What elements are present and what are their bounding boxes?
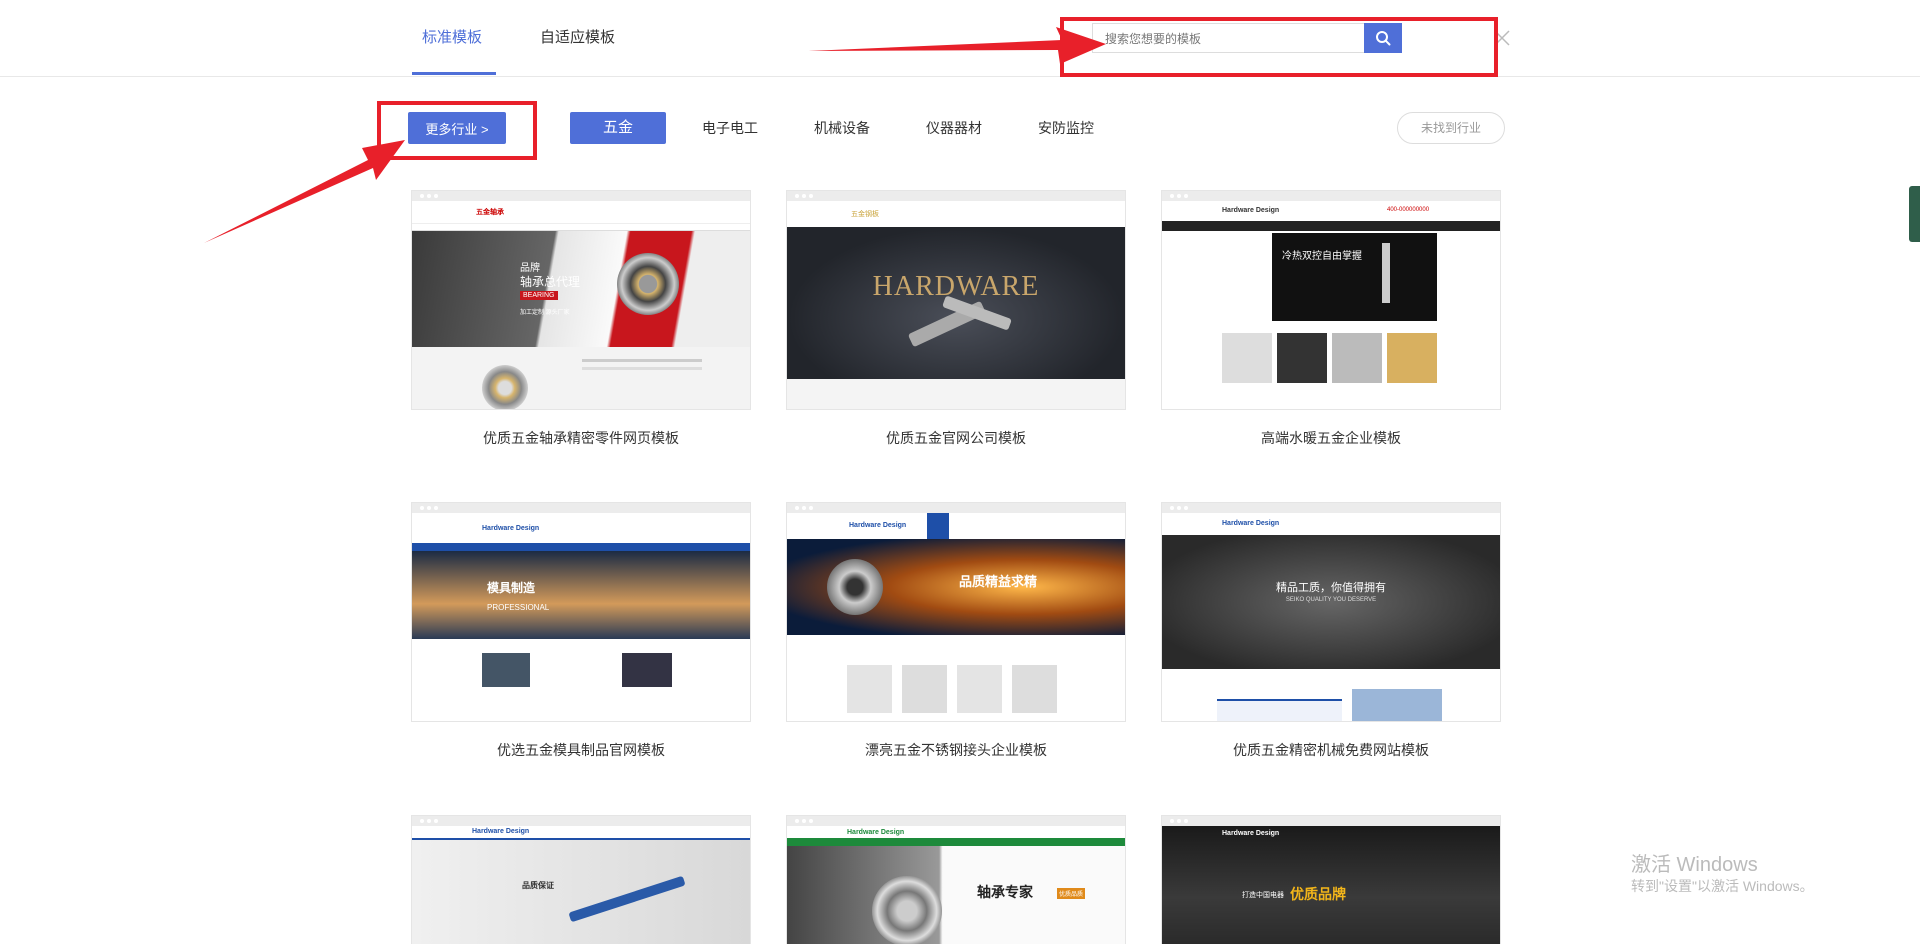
activation-watermark-title: 激活 Windows <box>1631 854 1758 876</box>
thumb-brand: Hardware Design <box>849 522 907 529</box>
template-title[interactable]: 漂亮五金不锈钢接头企业模板 <box>786 740 1126 760</box>
template-thumbnail[interactable]: Hardware Design 轴承专家 优质品质 <box>786 815 1126 944</box>
thumb-phone: 400-000000000 <box>1387 207 1430 213</box>
template-thumbnail[interactable]: Hardware Design 打造中国电器 优质品牌 <box>1161 815 1501 944</box>
thumb-headline: 轴承专家 <box>977 884 1033 900</box>
template-thumbnail[interactable]: Hardware Design 品质保证 <box>411 815 751 944</box>
category-machinery[interactable]: 机械设备 <box>814 117 870 139</box>
side-widget-tab[interactable] <box>1909 186 1920 242</box>
thumb-headline: 品质精益求精 <box>959 574 1038 589</box>
thumb-brand: Hardware Design <box>847 829 905 836</box>
industry-not-found-button[interactable]: 未找到行业 <box>1397 112 1505 144</box>
category-hardware[interactable]: 五金 <box>570 112 666 144</box>
activation-watermark-sub: 转到"设置"以激活 Windows。 <box>1631 878 1814 894</box>
thumb-brand: Hardware Design <box>1222 520 1280 527</box>
template-title[interactable]: 优质五金轴承精密零件网页模板 <box>411 428 751 448</box>
thumb-headline: 精品工质，你值得拥有 <box>1276 582 1386 594</box>
template-thumbnail[interactable]: Hardware Design 品质精益求精 <box>786 502 1126 722</box>
template-thumbnail[interactable]: Hardware Design 精品工质，你值得拥有 SEIKO QUALITY… <box>1161 502 1501 722</box>
template-thumbnail[interactable]: Hardware Design 400-000000000 冷热双控自由掌握 <box>1161 190 1501 410</box>
thumb-sub: 轴承总代理 <box>520 275 581 289</box>
template-thumbnail[interactable]: 五金钢板 HARDWARE <box>786 190 1126 410</box>
thumb-brand: 五金钢板 <box>851 211 879 218</box>
category-instruments[interactable]: 仪器器材 <box>926 117 982 139</box>
thumb-brand: 五金轴承 <box>476 209 504 216</box>
thumb-headline: 品质保证 <box>522 881 554 890</box>
thumb-sub: SEIKO QUALITY YOU DESERVE <box>1285 597 1377 603</box>
thumb-sub: 打造中国电器 <box>1242 892 1284 899</box>
template-title[interactable]: 优质五金官网公司模板 <box>786 428 1126 448</box>
category-electrical[interactable]: 电子电工 <box>702 117 758 139</box>
template-title[interactable]: 优质五金精密机械免费网站模板 <box>1161 740 1501 760</box>
thumb-brand: Hardware Design <box>482 525 540 532</box>
thumb-headline: 优质品牌 <box>1290 886 1346 902</box>
thumb-headline: 冷热双控自由掌握 <box>1282 251 1362 262</box>
thumb-brand: Hardware Design <box>1222 830 1280 837</box>
template-thumbnail[interactable]: Hardware Design 模具制造 PROFESSIONAL <box>411 502 751 722</box>
thumb-brand: Hardware Design <box>472 828 530 835</box>
thumb-headline: 品牌 <box>520 263 540 274</box>
more-industries-button[interactable]: 更多行业 > <box>408 112 506 144</box>
category-security[interactable]: 安防监控 <box>1038 117 1094 139</box>
thumb-foot: 加工定制 源头厂家 <box>520 310 570 316</box>
arrow-to-search <box>808 27 1106 64</box>
thumb-sub: PROFESSIONAL <box>487 603 550 612</box>
arrow-to-more-button <box>204 140 405 243</box>
template-thumbnail[interactable]: 五金轴承 品牌 轴承总代理 BEARING 加工定制 源头厂家 <box>411 190 751 410</box>
thumb-headline: 模具制造 <box>487 581 536 595</box>
template-title[interactable]: 优选五金模具制品官网模板 <box>411 740 751 760</box>
thumb-brand: Hardware Design <box>1222 207 1280 214</box>
thumb-tag: BEARING <box>520 291 558 300</box>
thumb-sub: 优质品质 <box>1057 888 1086 899</box>
template-title[interactable]: 高端水暖五金企业模板 <box>1161 428 1501 448</box>
